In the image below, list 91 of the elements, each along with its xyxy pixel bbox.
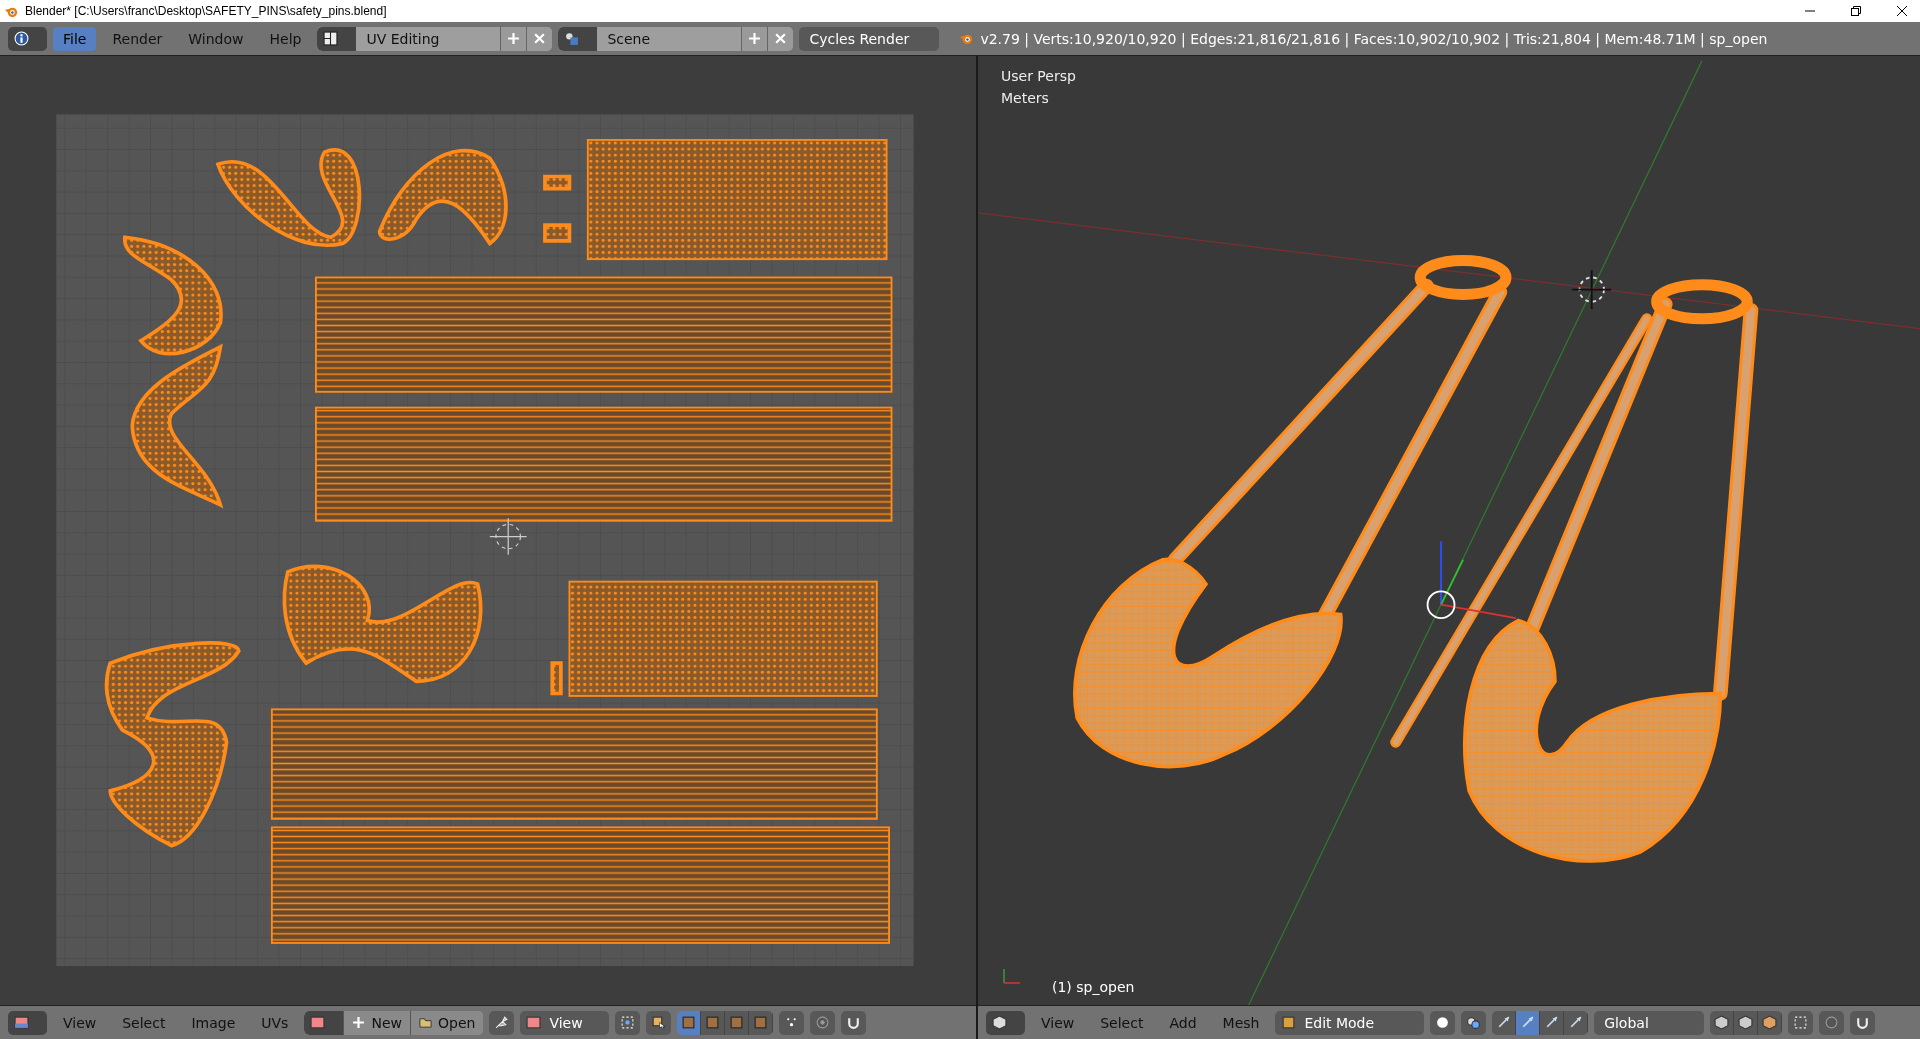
arrow-icon bbox=[1520, 1015, 1536, 1030]
add-scene-button[interactable] bbox=[741, 26, 768, 51]
selection-mode-button[interactable] bbox=[676, 1010, 701, 1035]
menu-item[interactable]: Image bbox=[181, 1010, 246, 1035]
view-name-label: User Persp bbox=[1001, 68, 1076, 84]
units-label: Meters bbox=[1001, 90, 1050, 106]
cursor-icon bbox=[650, 1015, 666, 1030]
square-icon bbox=[680, 1015, 696, 1030]
proportional-editing-button[interactable] bbox=[809, 1010, 835, 1035]
window-title: Blender* [C:\Users\franc\Desktop\SAFETY_PINS\safety_pins.blend] bbox=[25, 4, 387, 18]
manipulator-button[interactable] bbox=[1492, 1010, 1517, 1035]
menu-item[interactable]: View bbox=[1031, 1010, 1085, 1035]
menu-item[interactable]: Window bbox=[178, 26, 254, 51]
editor-type-button[interactable] bbox=[986, 1010, 1025, 1035]
layout-icon bbox=[323, 31, 339, 46]
menu-item[interactable]: Render bbox=[102, 26, 173, 51]
face-select-button[interactable] bbox=[1758, 1010, 1783, 1035]
square-icon bbox=[704, 1015, 720, 1030]
plus-icon bbox=[507, 32, 521, 45]
menu-item[interactable]: Add bbox=[1159, 1010, 1207, 1035]
info-icon bbox=[14, 31, 29, 46]
editor-type-button[interactable] bbox=[8, 26, 47, 51]
render-engine-dropdown[interactable]: Cycles Render bbox=[799, 26, 940, 51]
menu-item[interactable]: File bbox=[53, 26, 97, 51]
add-layout-button[interactable] bbox=[500, 26, 527, 51]
menu-item[interactable]: UVs bbox=[251, 1010, 299, 1035]
menu-item[interactable]: Select bbox=[1090, 1010, 1154, 1035]
close-icon bbox=[774, 32, 788, 45]
sphere-icon bbox=[1435, 1015, 1451, 1030]
circles-icon bbox=[1466, 1015, 1482, 1030]
pivot-icon bbox=[619, 1015, 635, 1030]
close-icon[interactable] bbox=[1896, 5, 1908, 17]
vertex-select-button[interactable] bbox=[1710, 1010, 1735, 1035]
menu-item[interactable]: Mesh bbox=[1212, 1010, 1270, 1035]
image-icon bbox=[310, 1015, 326, 1030]
image-icon bbox=[14, 1015, 29, 1030]
menu-item[interactable]: View bbox=[53, 1010, 107, 1035]
occlusion-button[interactable] bbox=[1788, 1010, 1814, 1035]
arrow-icon bbox=[1568, 1015, 1584, 1030]
sync-selection-button[interactable] bbox=[645, 1010, 671, 1035]
image-icon bbox=[526, 1015, 542, 1030]
selection-mode-button[interactable] bbox=[748, 1010, 773, 1035]
mode-dropdown[interactable]: Edit Mode bbox=[1275, 1010, 1425, 1035]
edge-select-button[interactable] bbox=[1734, 1010, 1759, 1035]
arrow-icon bbox=[1496, 1015, 1512, 1030]
menu-item[interactable]: Select bbox=[112, 1010, 176, 1035]
cube-icon bbox=[1714, 1015, 1730, 1030]
delete-layout-button[interactable] bbox=[526, 26, 553, 51]
manipulator-button[interactable] bbox=[1564, 1010, 1589, 1035]
plus-icon bbox=[352, 1016, 366, 1029]
open-image-button[interactable]: Open bbox=[409, 1010, 484, 1035]
image-browse-button[interactable] bbox=[304, 1010, 344, 1035]
scene-statistics: v2.79 | Verts:10,920/10,920 | Edges:21,816/21,816 | Faces:10,902/10,902 | Tris:21,804 | Mem:48.71M | sp_open bbox=[980, 30, 1768, 47]
magnet-icon bbox=[845, 1015, 861, 1030]
snap-button[interactable] bbox=[840, 1010, 866, 1035]
menu-item[interactable]: Help bbox=[259, 26, 312, 51]
manipulator-button[interactable] bbox=[1540, 1010, 1565, 1035]
circle-icon bbox=[814, 1015, 830, 1030]
scene-icon bbox=[564, 31, 580, 46]
pin-button[interactable] bbox=[489, 1010, 515, 1035]
cube-icon bbox=[992, 1015, 1007, 1030]
selection-mode-button[interactable] bbox=[700, 1010, 725, 1035]
pivot-button[interactable] bbox=[614, 1010, 640, 1035]
shading-button[interactable] bbox=[1430, 1010, 1456, 1035]
object-name-label: (1) sp_open bbox=[1052, 979, 1135, 995]
magnet-icon bbox=[1855, 1015, 1871, 1030]
delete-scene-button[interactable] bbox=[767, 26, 794, 51]
layout-browse-button[interactable] bbox=[317, 26, 357, 51]
sticky-selection-button[interactable] bbox=[778, 1010, 804, 1035]
snap-button[interactable] bbox=[1850, 1010, 1876, 1035]
new-image-button[interactable]: New bbox=[343, 1010, 410, 1035]
manipulator-button[interactable] bbox=[1516, 1010, 1541, 1035]
view-mode-dropdown[interactable]: View bbox=[520, 1010, 609, 1035]
editor-type-button[interactable] bbox=[8, 1010, 47, 1035]
close-icon bbox=[533, 32, 547, 45]
cube-icon bbox=[1738, 1015, 1754, 1030]
pivot-button[interactable] bbox=[1461, 1010, 1487, 1035]
square-icon bbox=[1281, 1015, 1297, 1030]
square-icon bbox=[728, 1015, 744, 1030]
selection-mode-button[interactable] bbox=[724, 1010, 749, 1035]
circle-icon bbox=[1824, 1015, 1840, 1030]
plus-icon bbox=[748, 32, 762, 45]
dashed-square-icon bbox=[1793, 1015, 1809, 1030]
scene-browse-button[interactable] bbox=[558, 26, 598, 51]
arrow-icon bbox=[1544, 1015, 1560, 1030]
cube-icon bbox=[1762, 1015, 1778, 1030]
orientation-dropdown[interactable]: Global bbox=[1594, 1010, 1705, 1035]
pin-icon bbox=[494, 1015, 510, 1030]
square-icon bbox=[752, 1015, 768, 1030]
restore-icon[interactable] bbox=[1850, 5, 1862, 17]
folder-icon bbox=[418, 1016, 432, 1029]
